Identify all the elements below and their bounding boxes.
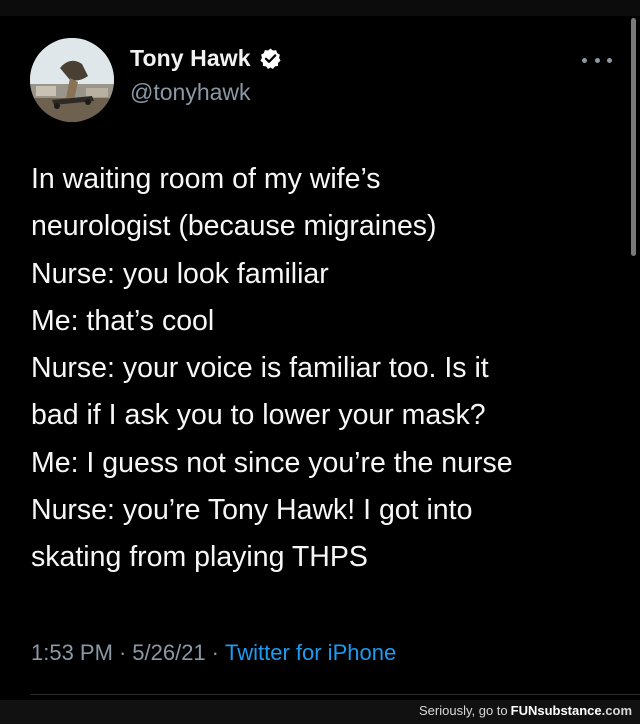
tweet-text-line: Nurse: your voice is familiar too. Is it — [31, 352, 489, 385]
tweet-text-line: Nurse: you look familiar — [31, 257, 329, 290]
watermark-brand: FUN substance .com — [511, 703, 632, 718]
tweet-text: In waiting room of my wife’s neurologist… — [31, 156, 621, 582]
tweet-text-line: neurologist (because migraines) — [31, 210, 437, 243]
author-display-name[interactable]: Tony Hawk — [130, 45, 251, 72]
tweet-text-line: In waiting room of my wife’s — [31, 163, 381, 195]
more-dot — [607, 57, 612, 63]
more-options-icon[interactable] — [582, 53, 612, 67]
watermark-brand-substance: substance — [537, 703, 602, 718]
avatar[interactable] — [30, 38, 114, 122]
tweet-text-line: bad if I ask you to lower your mask? — [31, 399, 486, 432]
verified-badge-icon — [259, 47, 282, 70]
watermark-brand-domain: .com — [601, 703, 632, 718]
more-dot — [582, 57, 587, 63]
tweet-text-line: Me: that’s cool — [31, 304, 215, 337]
tweet-text-line: skating from playing THPS — [31, 541, 368, 574]
author-name-row[interactable]: Tony Hawk — [130, 45, 282, 72]
watermark: Seriously, go to FUN substance .com — [419, 703, 632, 718]
author-handle[interactable]: @tonyhawk — [130, 79, 251, 106]
tweet-time[interactable]: 1:53 PM — [31, 640, 113, 666]
watermark-prefix: Seriously, go to — [418, 703, 508, 718]
tweet-source-link[interactable]: Twitter for iPhone — [225, 640, 396, 666]
tweet-meta: 1:53 PM · 5/26/21 · Twitter for iPhone — [31, 640, 396, 666]
meta-separator: · — [211, 640, 219, 665]
tweet-text-line: Me: I guess not since you’re the nurse — [31, 446, 513, 479]
tweet-date[interactable]: 5/26/21 — [132, 640, 205, 666]
more-dot — [594, 57, 600, 63]
meta-separator: · — [118, 640, 127, 665]
profile-photo-icon — [30, 38, 114, 122]
watermark-brand-fun: FUN — [510, 703, 538, 718]
scrollbar[interactable] — [631, 18, 636, 256]
divider — [30, 694, 640, 695]
top-edge-strip — [0, 0, 640, 16]
tweet-text-line: Nurse: you’re Tony Hawk! I got into — [31, 494, 473, 527]
